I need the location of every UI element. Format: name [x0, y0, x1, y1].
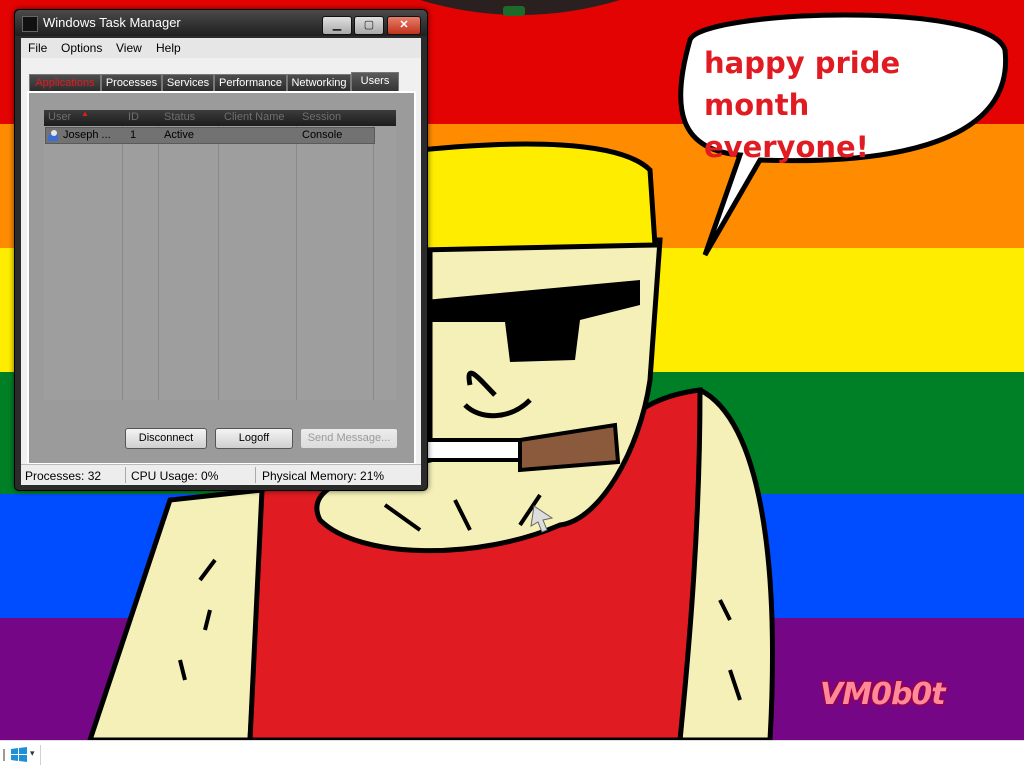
listview-header: User ▲ ID Status Client Name Session	[44, 109, 396, 126]
start-menu-chevron-icon: ▾	[30, 748, 35, 758]
menu-help[interactable]: Help	[156, 41, 181, 55]
watermark: VM0b0t	[820, 677, 946, 712]
task-manager-window: Windows Task Manager ▁ ▢ ✕ File Options …	[14, 9, 428, 491]
menu-bar: File Options View Help	[21, 38, 421, 58]
users-panel: User ▲ ID Status Client Name Session Jos…	[27, 91, 416, 465]
tab-client-area: Applications Processes Services Performa…	[21, 58, 421, 465]
column-id[interactable]: ID	[128, 111, 139, 123]
tab-performance[interactable]: Performance	[214, 74, 287, 92]
taskbar: ▾	[0, 740, 1024, 769]
status-divider	[125, 467, 126, 483]
speech-line-1: happy pride month	[704, 46, 901, 122]
users-listview[interactable]: User ▲ ID Status Client Name Session Jos…	[44, 109, 396, 400]
window-title: Windows Task Manager	[43, 15, 181, 30]
title-bar[interactable]: Windows Task Manager ▁ ▢ ✕	[15, 10, 427, 36]
tab-processes[interactable]: Processes	[101, 74, 162, 92]
cell-status: Active	[164, 129, 194, 141]
cell-session: Console	[302, 129, 343, 141]
status-bar: Processes: 32 CPU Usage: 0% Physical Mem…	[21, 464, 421, 485]
cell-id: 1	[130, 129, 137, 141]
app-icon	[22, 16, 38, 32]
sort-arrow-icon: ▲	[81, 109, 89, 118]
maximize-button[interactable]: ▢	[354, 16, 384, 35]
speech-bubble-text: happy pride month everyone!	[704, 42, 984, 168]
disconnect-button[interactable]: Disconnect	[125, 428, 207, 449]
tab-networking[interactable]: Networking	[287, 74, 351, 92]
status-cpu: CPU Usage: 0%	[131, 469, 219, 483]
send-message-button[interactable]: Send Message...	[300, 428, 398, 449]
cell-user: Joseph ...	[63, 129, 111, 141]
status-memory: Physical Memory: 21%	[262, 469, 385, 483]
column-divider	[296, 126, 297, 400]
tab-users[interactable]: Users	[351, 72, 399, 92]
column-status[interactable]: Status	[164, 111, 195, 123]
close-button[interactable]: ✕	[387, 16, 421, 35]
column-divider	[373, 126, 374, 400]
minimize-button[interactable]: ▁	[322, 16, 352, 35]
column-divider	[122, 126, 123, 400]
menu-file[interactable]: File	[28, 41, 47, 55]
menu-options[interactable]: Options	[61, 41, 102, 55]
taskbar-divider	[40, 745, 41, 765]
menu-view[interactable]: View	[116, 41, 142, 55]
start-button[interactable]: ▾	[3, 743, 39, 767]
logoff-button[interactable]: Logoff	[215, 428, 293, 449]
column-divider	[158, 126, 159, 400]
table-row[interactable]: Joseph ... 1 Active Console	[45, 127, 375, 144]
status-processes: Processes: 32	[25, 469, 102, 483]
tab-applications[interactable]: Applications	[29, 74, 101, 92]
user-icon	[48, 130, 58, 141]
status-divider	[255, 467, 256, 483]
column-divider	[218, 126, 219, 400]
column-client-name[interactable]: Client Name	[224, 111, 285, 123]
column-session[interactable]: Session	[302, 111, 341, 123]
column-user[interactable]: User	[48, 111, 71, 123]
speech-line-2: everyone!	[704, 130, 869, 164]
tab-services[interactable]: Services	[162, 74, 214, 92]
